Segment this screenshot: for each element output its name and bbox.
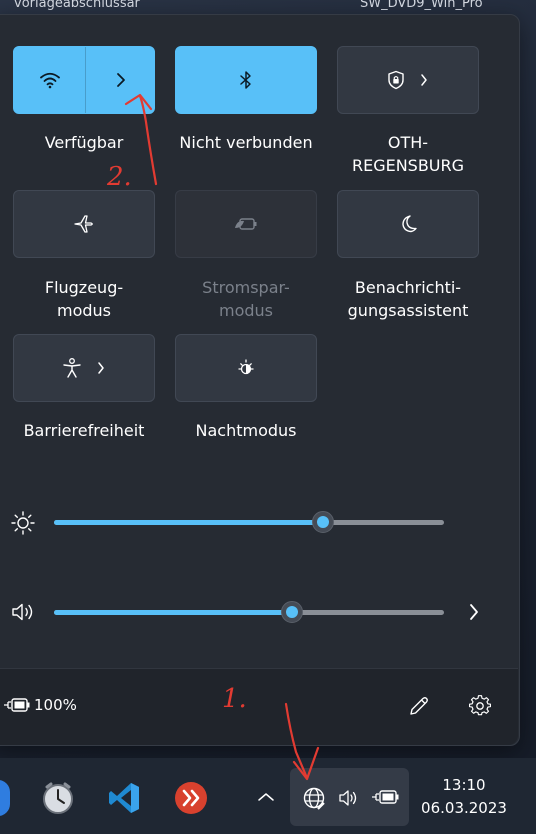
- quick-settings-footer: [0, 668, 518, 745]
- accessibility-label: Barrierefreiheit: [23, 421, 145, 440]
- battery-saver-label: Stromspar- modus: [202, 278, 290, 320]
- volume-slider-thumb[interactable]: [280, 601, 303, 623]
- taskbar-app-remote-desktop[interactable]: [174, 781, 208, 815]
- vpn-tile[interactable]: [337, 46, 479, 114]
- bluetooth-icon: [240, 71, 251, 89]
- pencil-icon: [410, 697, 428, 715]
- shield-icon: [388, 70, 404, 90]
- background-window-title-right: SW_DVD9_Win_Pro: [360, 0, 483, 11]
- volume-slider-fill: [54, 610, 292, 615]
- battery-percentage[interactable]: 100%: [34, 696, 77, 714]
- taskbar-time: 13:10: [442, 776, 486, 794]
- taskbar-app-vscode[interactable]: [106, 780, 142, 816]
- taskbar-clock[interactable]: 13:10 06.03.2023: [414, 774, 514, 820]
- wifi-toggle[interactable]: [14, 47, 85, 113]
- edit-quick-settings-button[interactable]: [406, 693, 432, 719]
- accessibility-tile[interactable]: [13, 334, 155, 402]
- brightness-slider-fill: [54, 520, 324, 525]
- chevron-right-icon: [470, 604, 478, 620]
- airplane-icon: [74, 215, 93, 233]
- audio-output-button[interactable]: [462, 600, 486, 624]
- vpn-label: OTH- REGENSBURG: [351, 133, 465, 175]
- focus-assist-label: Benachrichti- gungsassistent: [347, 278, 469, 320]
- brightness-slider-thumb[interactable]: [312, 511, 335, 533]
- airplane-mode-tile[interactable]: [13, 190, 155, 258]
- annotation-step-1: 1.: [222, 684, 247, 714]
- tray-speaker-icon: [339, 790, 357, 806]
- wifi-expand-button[interactable]: [85, 47, 156, 113]
- moon-icon: [402, 215, 417, 233]
- network-globe-icon: [303, 787, 325, 810]
- wifi-tile[interactable]: [13, 46, 155, 114]
- night-light-label: Nachtmodus: [195, 421, 297, 440]
- bluetooth-tile[interactable]: [175, 46, 317, 114]
- brightness-slider[interactable]: [54, 511, 444, 533]
- taskbar-app-clock[interactable]: [40, 780, 76, 816]
- bluetooth-label: Nicht verbunden: [179, 133, 313, 152]
- annotation-step-2: 2.: [107, 162, 132, 192]
- chevron-right-icon: [421, 74, 427, 86]
- gear-icon: [469, 695, 491, 716]
- tray-battery-icon: [372, 790, 399, 804]
- night-light-tile[interactable]: [175, 334, 317, 402]
- background-window-title-left: vorlageabschlussar: [14, 0, 140, 11]
- sun-icon: [11, 511, 35, 535]
- battery-saver-icon: [235, 218, 257, 230]
- taskbar-date: 06.03.2023: [421, 799, 507, 817]
- clock-app-icon: [43, 782, 73, 814]
- chevron-right-icon: [116, 73, 125, 87]
- focus-assist-tile[interactable]: [337, 190, 479, 258]
- airplane-mode-label: Flugzeug- modus: [44, 278, 124, 320]
- speaker-icon[interactable]: [10, 600, 36, 624]
- chevron-up-icon: [258, 793, 274, 801]
- accessibility-icon: [63, 358, 81, 378]
- show-hidden-icons-button[interactable]: [254, 786, 278, 808]
- wifi-label: Verfügbar: [44, 133, 124, 152]
- wifi-icon: [39, 72, 60, 89]
- open-settings-button[interactable]: [467, 693, 493, 719]
- battery-saver-tile: [175, 190, 317, 258]
- chevron-right-icon: [98, 362, 104, 374]
- battery-charging-icon: [4, 698, 30, 712]
- night-light-icon: [238, 359, 254, 375]
- vscode-icon: [109, 783, 139, 813]
- volume-slider[interactable]: [54, 601, 444, 623]
- remote-desktop-icon: [175, 782, 207, 814]
